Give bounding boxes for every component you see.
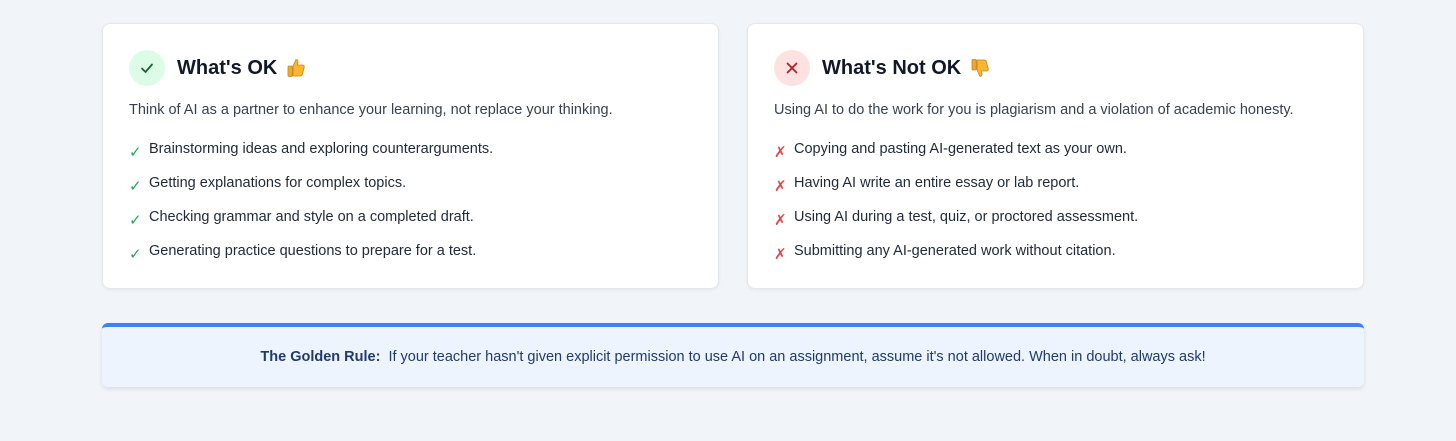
not-ok-card-header: What's Not OK: [774, 50, 1337, 86]
list-item-text: Having AI write an entire essay or lab r…: [794, 175, 1080, 191]
ok-card-description: Think of AI as a partner to enhance your…: [129, 102, 613, 118]
not-ok-card-title-text: What's Not OK: [822, 56, 962, 79]
list-item: ✗ Copying and pasting AI-generated text …: [774, 132, 1337, 166]
list-item-text: Using AI during a test, quiz, or proctor…: [794, 209, 1139, 225]
list-item: ✗ Submitting any AI-generated work witho…: [774, 234, 1337, 268]
checkmark-icon: ✓: [129, 245, 142, 263]
golden-rule-label: The Golden Rule:: [260, 349, 381, 365]
cross-mark-icon: ✗: [774, 177, 787, 195]
list-item: ✓ Generating practice questions to prepa…: [129, 234, 692, 268]
cards-row: What's OK Think of AI as a partner to en…: [102, 23, 1364, 289]
ok-card: What's OK Think of AI as a partner to en…: [102, 23, 719, 289]
checkmark-icon: ✓: [129, 177, 142, 195]
list-item: ✓ Getting explanations for complex topic…: [129, 166, 692, 200]
list-item: ✗ Using AI during a test, quiz, or proct…: [774, 200, 1337, 234]
ok-list: ✓ Brainstorming ideas and exploring coun…: [129, 132, 692, 268]
ok-card-header: What's OK: [129, 50, 692, 86]
ok-card-title-text: What's OK: [177, 56, 278, 79]
thumbs-down-icon: [969, 57, 991, 79]
not-ok-list: ✗ Copying and pasting AI-generated text …: [774, 132, 1337, 268]
golden-rule-banner: The Golden Rule: If your teacher hasn't …: [102, 323, 1364, 387]
checkmark-icon: ✓: [129, 211, 142, 229]
golden-rule-text-line: The Golden Rule: If your teacher hasn't …: [260, 349, 1205, 365]
thumbs-up-icon: [285, 57, 307, 79]
not-ok-card-title: What's Not OK: [822, 57, 991, 80]
not-ok-card: What's Not OK Using AI to do the work fo…: [747, 23, 1364, 289]
list-item: ✗ Having AI write an entire essay or lab…: [774, 166, 1337, 200]
checkmark-icon: ✓: [129, 143, 142, 161]
check-icon: [129, 50, 165, 86]
cross-mark-icon: ✗: [774, 211, 787, 229]
list-item-text: Getting explanations for complex topics.: [149, 175, 407, 191]
list-item-text: Generating practice questions to prepare…: [149, 243, 477, 259]
golden-rule-text: If your teacher hasn't given explicit pe…: [388, 349, 1206, 365]
cross-mark-icon: ✗: [774, 143, 787, 161]
list-item-text: Copying and pasting AI-generated text as…: [794, 141, 1127, 157]
list-item: ✓ Checking grammar and style on a comple…: [129, 200, 692, 234]
page: What's OK Think of AI as a partner to en…: [0, 0, 1456, 441]
list-item-text: Checking grammar and style on a complete…: [149, 209, 474, 225]
cross-mark-icon: ✗: [774, 245, 787, 263]
ok-card-title: What's OK: [177, 57, 307, 80]
list-item: ✓ Brainstorming ideas and exploring coun…: [129, 132, 692, 166]
list-item-text: Submitting any AI-generated work without…: [794, 243, 1116, 259]
x-icon: [774, 50, 810, 86]
list-item-text: Brainstorming ideas and exploring counte…: [149, 141, 494, 157]
not-ok-card-description: Using AI to do the work for you is plagi…: [774, 102, 1294, 118]
